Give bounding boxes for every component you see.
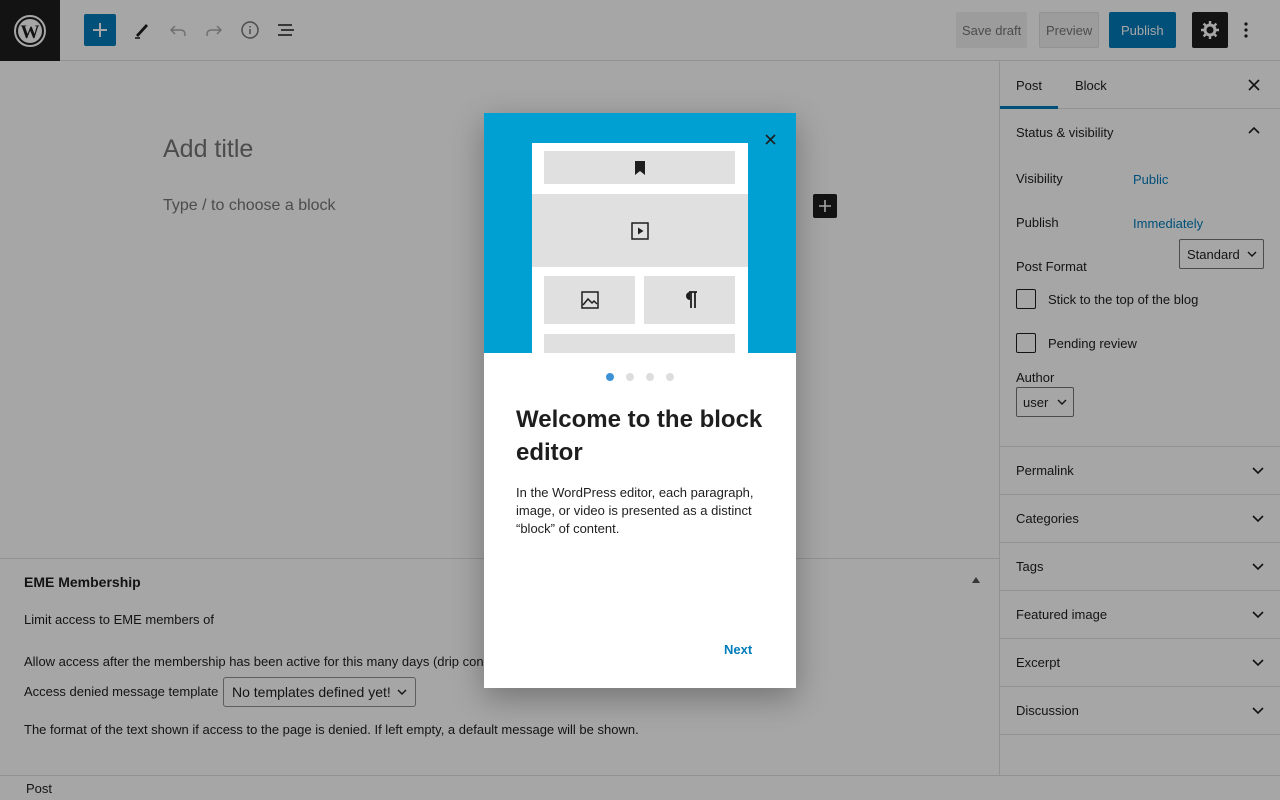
close-icon xyxy=(764,133,776,145)
next-button[interactable]: Next xyxy=(724,639,752,659)
paragraph-block xyxy=(644,276,735,324)
close-modal-button[interactable] xyxy=(758,127,782,151)
bookmark-icon xyxy=(634,160,645,175)
page-dot-1[interactable] xyxy=(606,373,614,381)
video-play-icon xyxy=(631,221,649,240)
image-block xyxy=(544,276,635,324)
video-block xyxy=(532,194,748,267)
image-icon xyxy=(580,291,599,309)
paragraph-icon xyxy=(685,291,697,308)
welcome-illustration xyxy=(484,113,796,353)
modal-description: In the WordPress editor, each paragraph,… xyxy=(516,485,754,536)
page-dot-4[interactable] xyxy=(666,373,674,381)
block-layout-illustration xyxy=(532,143,748,353)
page-dot-3[interactable] xyxy=(646,373,654,381)
placeholder-block xyxy=(544,334,735,353)
welcome-guide-modal: Welcome to the block editor In the WordP… xyxy=(484,113,796,688)
page-dot-2[interactable] xyxy=(626,373,634,381)
bookmark-block xyxy=(544,151,735,184)
modal-title: Welcome to the block editor xyxy=(516,406,763,466)
page-indicator xyxy=(484,373,796,383)
